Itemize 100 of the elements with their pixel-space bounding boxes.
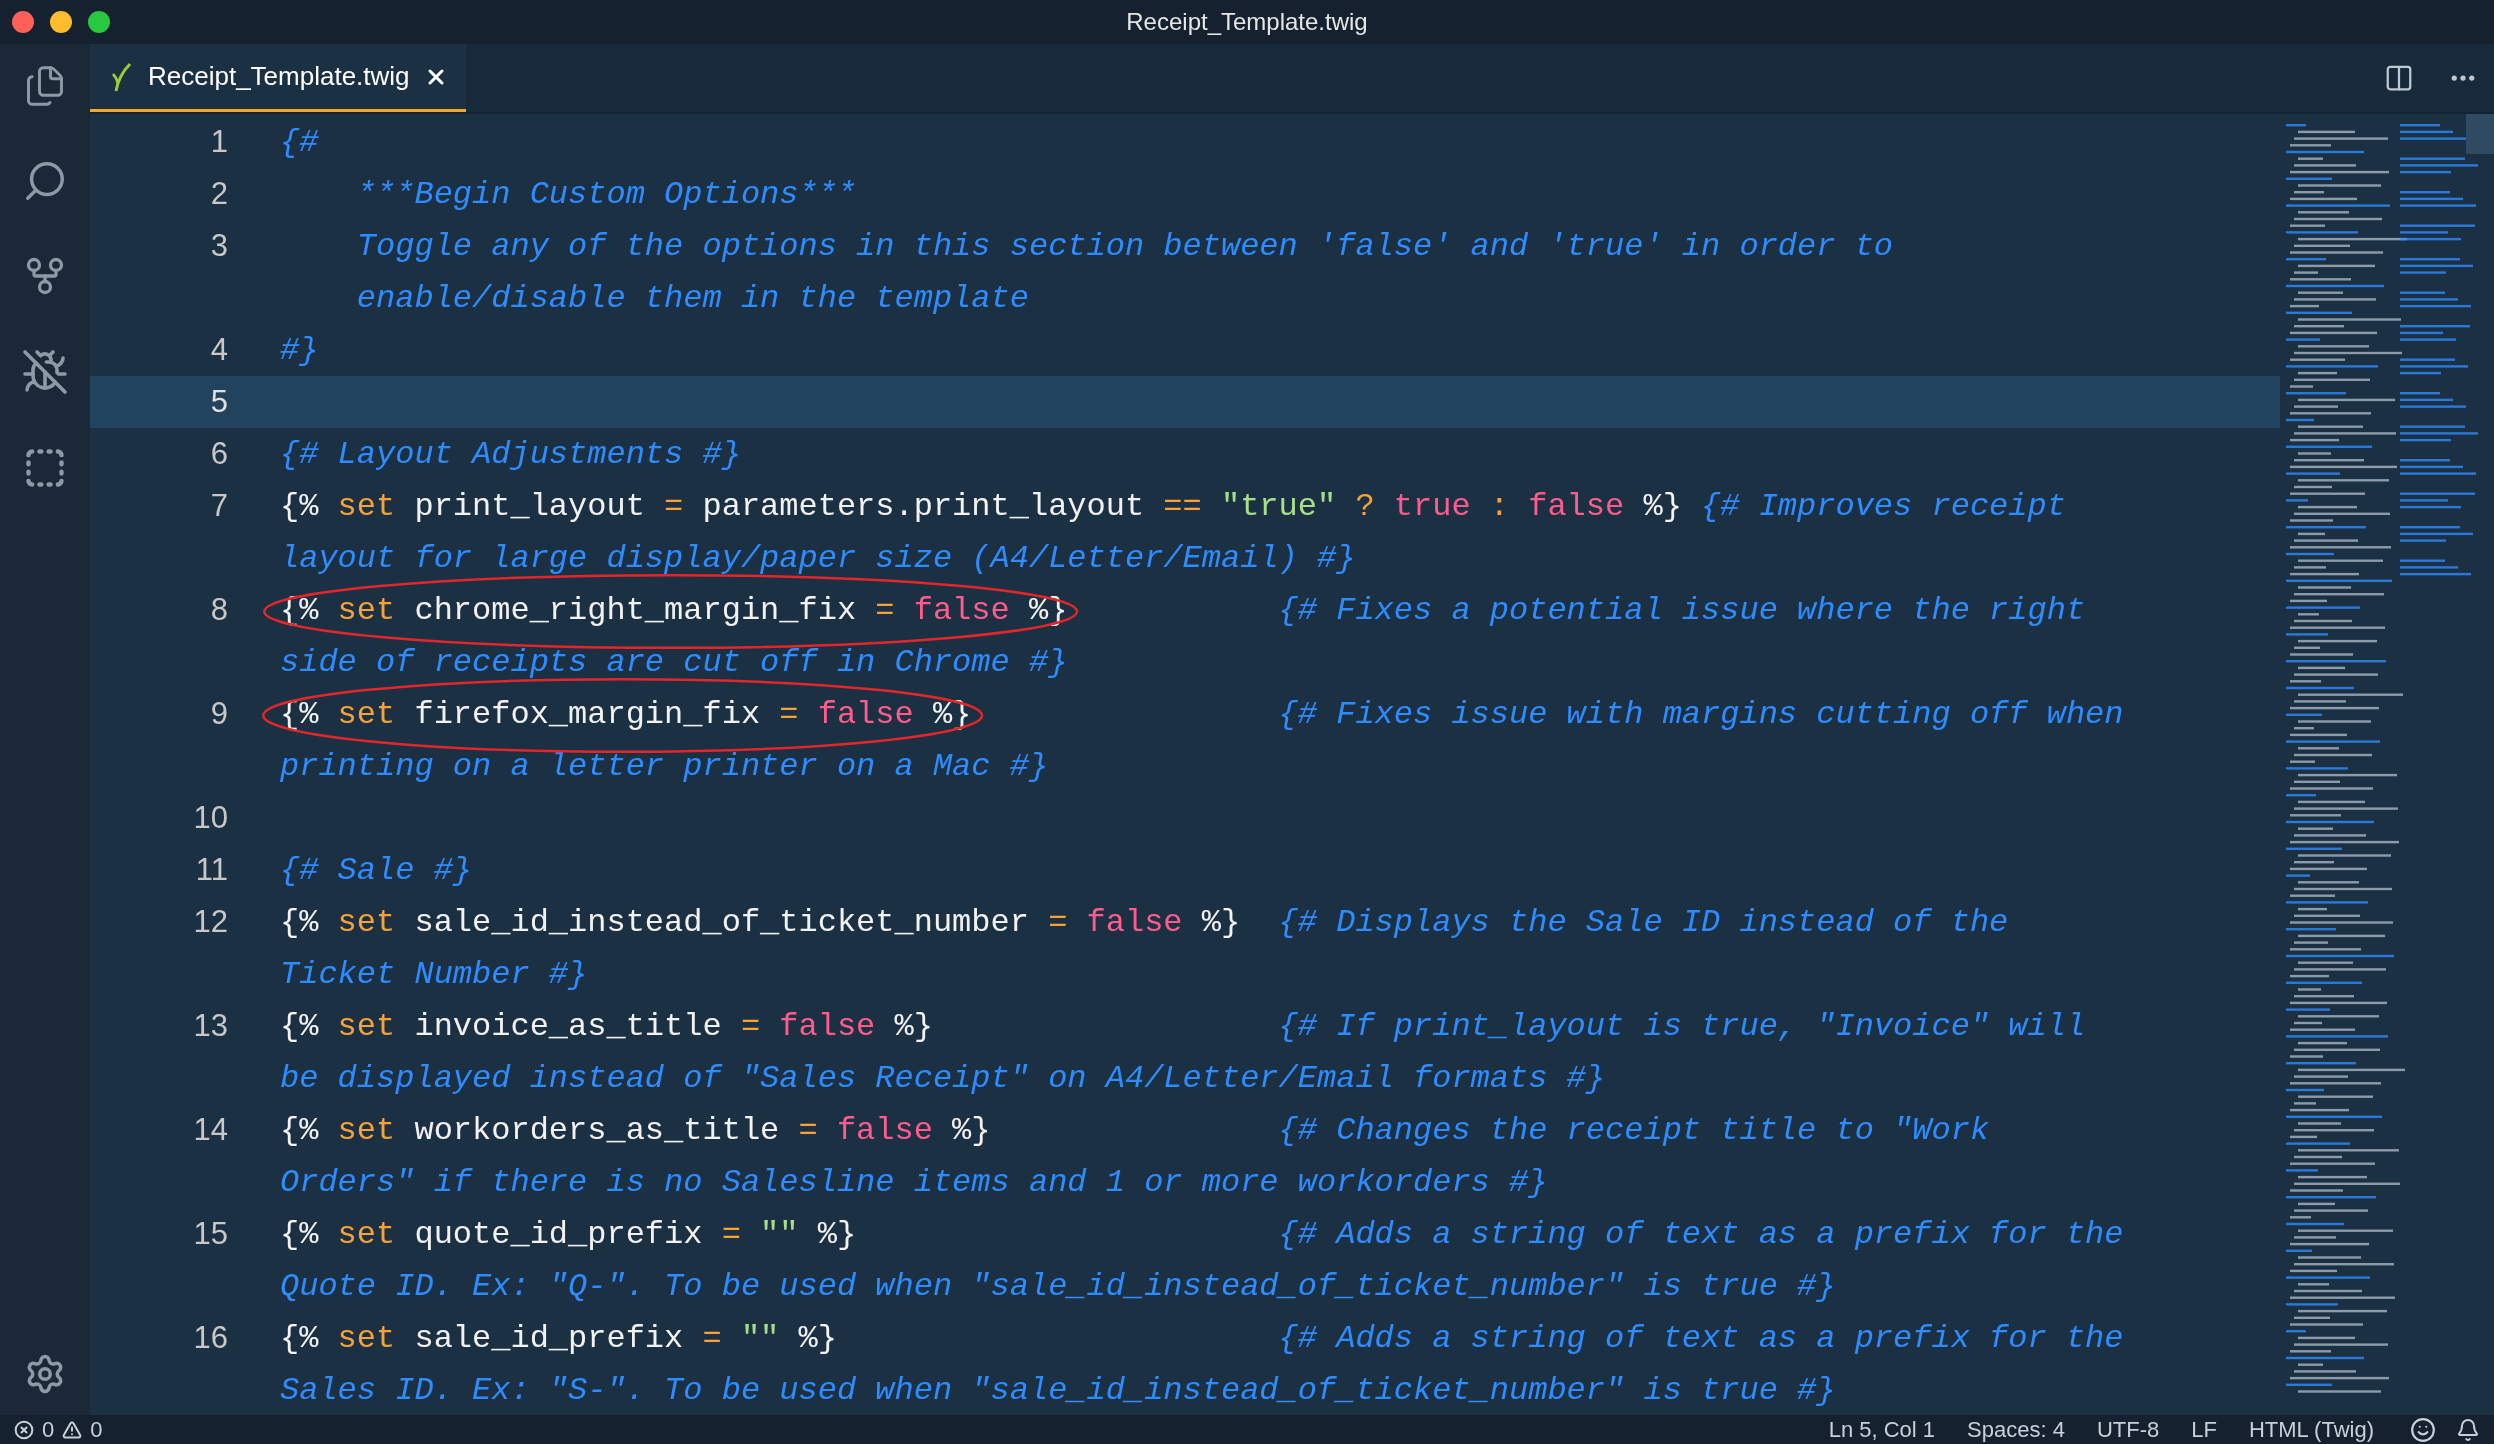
code-token: %}: [816, 1215, 857, 1253]
code-token: false: [779, 1007, 876, 1045]
code-token: {%: [280, 487, 320, 525]
code-token: =: [740, 1007, 761, 1045]
code-comment: {# Changes the receipt title to "Work: [1278, 1111, 1990, 1149]
line-number: 8: [209, 592, 229, 628]
status-item[interactable]: LF: [2175, 1416, 2233, 1443]
code-token: %}: [1642, 487, 1682, 525]
code-comment: Toggle any of the options in this section between 'false' and 'true' in order to: [356, 227, 1894, 265]
code-token: quote_id_prefix: [413, 1215, 704, 1253]
line-number: 16: [192, 1320, 229, 1356]
code-token: print_layout: [413, 487, 646, 525]
code-comment: {# Improves receipt: [1701, 487, 2066, 525]
code-comment: #}: [280, 331, 319, 369]
code-token: %}: [1027, 591, 1068, 629]
line-number: 9: [209, 696, 229, 732]
status-item[interactable]: Spaces: 4: [1951, 1416, 2081, 1443]
code-token: firefox_margin_fix: [413, 695, 762, 733]
warning-count[interactable]: 0: [90, 1416, 103, 1443]
code-comment: {# Fixes a potential issue where the right: [1278, 591, 2086, 629]
code-comment: layout for large display/paper size (A4/Letter/Email) #}: [280, 539, 1356, 577]
window-title: Receipt_Template.twig: [1126, 8, 1368, 36]
code-comment: {# If print_layout is true, "Invoice" will: [1278, 1007, 2086, 1045]
line-number: 13: [192, 1008, 229, 1044]
status-item[interactable]: UTF-8: [2080, 1416, 2176, 1443]
code-token: set: [337, 487, 396, 525]
error-icon[interactable]: [14, 1419, 34, 1440]
line-number: 5: [209, 384, 229, 420]
code-token: false: [913, 591, 1010, 629]
code-token: =: [779, 695, 799, 733]
code-comment: {#: [280, 123, 319, 161]
code-token: =: [664, 487, 684, 525]
code-token: workorders_as_title: [413, 1111, 781, 1149]
code-token: invoice_as_title: [413, 1007, 723, 1045]
status-item[interactable]: Ln 5, Col 1: [1812, 1416, 1952, 1443]
code-comment: Quote ID. Ex: "Q-". To be used when "sale_id_instead_of_ticket_number" is true #}: [280, 1267, 1836, 1305]
line-number: 1: [209, 124, 229, 160]
line-number: 6: [209, 436, 229, 472]
code-token: set: [337, 1215, 396, 1253]
code-token: set: [337, 903, 396, 941]
line-number: 11: [194, 852, 229, 888]
code-comment: enable/disable them in the template: [356, 279, 1029, 317]
code-comment: printing on a letter printer on a Mac #}: [280, 747, 1049, 785]
code-token: set: [337, 1319, 396, 1357]
code-token: ==: [1163, 487, 1202, 525]
code-token: {%: [280, 1215, 320, 1253]
close-window-button[interactable]: [12, 11, 34, 33]
error-count[interactable]: 0: [42, 1416, 55, 1443]
feedback-icon[interactable]: [2410, 1416, 2436, 1443]
line-number: 2: [209, 176, 229, 212]
line-number: 14: [192, 1112, 229, 1148]
code-token: set: [337, 591, 396, 629]
line-number: 15: [192, 1216, 229, 1252]
code-token: "": [740, 1319, 780, 1357]
split-editor-icon[interactable]: [2384, 63, 2414, 93]
code-comment: {# Adds a string of text as a prefix for the: [1278, 1215, 2124, 1253]
minimize-window-button[interactable]: [50, 11, 72, 33]
code-token: %}: [951, 1111, 991, 1149]
code-token: {%: [280, 1319, 320, 1357]
notifications-icon[interactable]: [2456, 1417, 2480, 1442]
code-token: sale_id_instead_of_ticket_number: [413, 903, 1030, 941]
code-token: =: [702, 1319, 722, 1357]
code-token: "": [760, 1215, 799, 1253]
code-token: {%: [280, 1007, 320, 1045]
code-comment: Ticket Number #}: [280, 955, 588, 993]
code-comment: {# Displays the Sale ID instead of the: [1278, 903, 2009, 941]
code-token: sale_id_prefix: [413, 1319, 685, 1357]
code-token: =: [721, 1215, 741, 1253]
line-number: 10: [192, 800, 229, 836]
code-token: set: [337, 1111, 396, 1149]
code-token: {%: [280, 1111, 320, 1149]
code-token: parameters.print_layout: [701, 487, 1146, 525]
status-item[interactable]: HTML (Twig): [2232, 1416, 2390, 1443]
code-token: "true": [1220, 487, 1337, 525]
code-token: set: [337, 695, 396, 733]
code-token: %}: [1200, 903, 1241, 941]
code-comment: ***Begin Custom Options***: [356, 175, 857, 213]
code-token: ?: [1355, 487, 1375, 525]
code-comment: {# Adds a string of text as a prefix for the: [1278, 1319, 2124, 1357]
code-comment: {# Sale #}: [280, 851, 473, 889]
twig-file-icon: [112, 61, 134, 92]
code-comment: {# Layout Adjustments #}: [280, 435, 741, 473]
code-token: =: [875, 591, 895, 629]
code-token: =: [1048, 903, 1068, 941]
tab-label: Receipt_Template.twig: [148, 61, 410, 92]
debug-icon[interactable]: [21, 348, 69, 396]
code-comment: be displayed instead of "Sales Receipt" on A4/Letter/Email formats #}: [280, 1059, 1605, 1097]
code-token: {%: [280, 903, 320, 941]
code-token: %}: [893, 1007, 933, 1045]
code-token: chrome_right_margin_fix: [413, 591, 858, 629]
code-comment: Orders" if there is no Salesline items and 1 or more workorders #}: [280, 1163, 1548, 1201]
code-comment: Sales ID. Ex: "S-". To be used when "sale_id_instead_of_ticket_number" is true #}: [280, 1371, 1836, 1409]
editor-tab[interactable]: Receipt_Template.twig: [90, 44, 466, 112]
extensions-icon[interactable]: [23, 446, 67, 490]
code-token: true: [1393, 487, 1471, 525]
zoom-window-button[interactable]: [88, 11, 110, 33]
code-token: false: [836, 1111, 933, 1149]
line-number: 3: [209, 228, 229, 264]
code-comment: side of receipts are cut off in Chrome #}: [280, 643, 1068, 681]
warning-icon[interactable]: [62, 1419, 83, 1440]
